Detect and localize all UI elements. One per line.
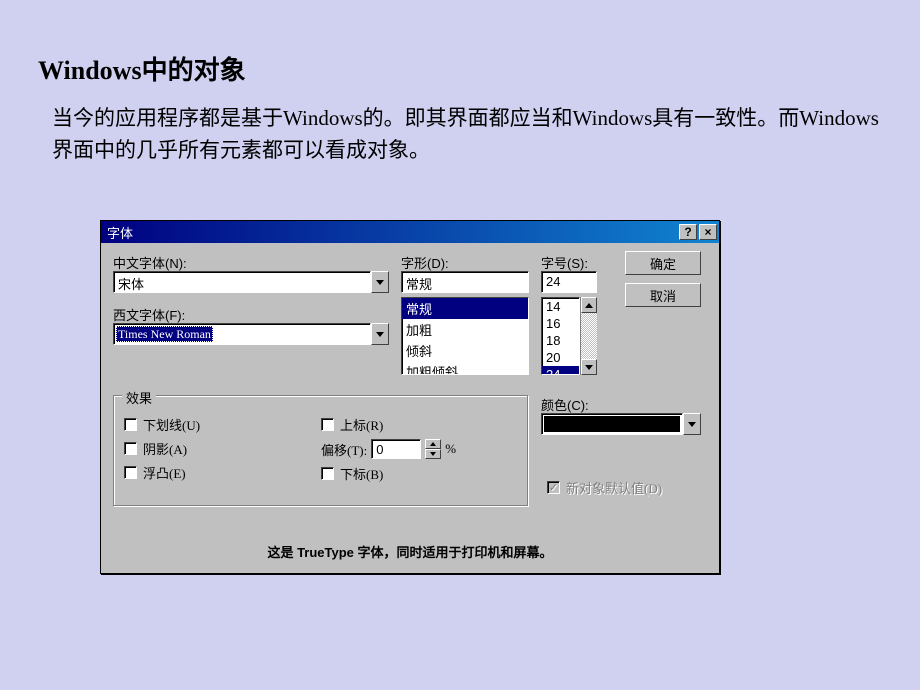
list-item[interactable]: 常规 [402,298,528,319]
dialog-title: 字体 [107,223,677,242]
dialog-titlebar[interactable]: 字体 ? × [101,221,719,243]
offset-row: 偏移(T): 0 % [321,439,518,459]
help-button[interactable]: ? [679,224,697,240]
subscript-checkbox[interactable] [321,467,334,480]
scroll-down-icon[interactable] [581,359,597,375]
cn-font-value[interactable]: 宋体 [113,271,371,293]
size-label: 字号(S): [541,253,588,272]
cn-font-label: 中文字体(N): [113,253,187,272]
list-item[interactable]: 18 [542,332,579,349]
default-new-row: ✓ 新对象默认值(D) [547,478,662,497]
underline-checkbox[interactable] [124,418,137,431]
default-new-checkbox: ✓ [547,481,560,494]
size-listbox[interactable]: 14 16 18 20 24 [541,297,580,375]
style-listbox[interactable]: 常规 加粗 倾斜 加粗倾斜 [401,297,529,375]
spinner-down-icon[interactable] [425,449,441,459]
close-button[interactable]: × [699,224,717,240]
page-heading: Windows中的对象 [38,50,882,87]
emboss-label: 浮凸(E) [143,463,186,482]
superscript-checkbox-row[interactable]: 上标(R) [321,415,518,434]
underline-label: 下划线(U) [143,415,200,434]
chevron-down-icon[interactable] [371,323,389,345]
style-label: 字形(D): [401,253,449,272]
color-combo[interactable] [541,413,701,435]
shadow-checkbox-row[interactable]: 阴影(A) [124,439,321,458]
offset-input[interactable]: 0 [371,439,421,459]
shadow-label: 阴影(A) [143,439,187,458]
cn-font-combo[interactable]: 宋体 [113,271,389,293]
style-input[interactable]: 常规 [401,271,529,293]
list-item[interactable]: 倾斜 [402,340,528,361]
shadow-checkbox[interactable] [124,442,137,455]
offset-spinner[interactable] [425,439,441,459]
ok-button[interactable]: 确定 [625,251,701,275]
offset-label: 偏移(T): [321,440,367,459]
list-item[interactable]: 16 [542,315,579,332]
scroll-track[interactable] [581,313,597,359]
color-swatch [544,416,680,432]
western-font-value[interactable]: Times New Roman [113,323,371,345]
subscript-checkbox-row[interactable]: 下标(B) [321,464,518,483]
scroll-up-icon[interactable] [581,297,597,313]
size-scrollbar[interactable] [580,297,597,375]
effects-groupbox: 效果 下划线(U) 阴影(A) 浮凸(E) [113,395,529,507]
superscript-checkbox[interactable] [321,418,334,431]
western-font-combo[interactable]: Times New Roman [113,323,389,345]
effects-title: 效果 [122,388,156,407]
underline-checkbox-row[interactable]: 下划线(U) [124,415,321,434]
list-item[interactable]: 24 [542,366,579,375]
emboss-checkbox[interactable] [124,466,137,479]
font-dialog: 字体 ? × 中文字体(N): 字形(D): 字号(S): 确定 取消 宋体 常… [100,220,720,574]
default-new-label: 新对象默认值(D) [566,478,662,497]
list-item[interactable]: 加粗倾斜 [402,361,528,375]
color-value[interactable] [541,413,683,435]
dialog-footer-text: 这是 TrueType 字体，同时适用于打印机和屏幕。 [101,542,719,561]
size-input[interactable]: 24 [541,271,597,293]
emboss-checkbox-row[interactable]: 浮凸(E) [124,463,321,482]
percent-label: % [445,441,456,457]
list-item[interactable]: 加粗 [402,319,528,340]
color-label: 颜色(C): [541,395,589,414]
list-item[interactable]: 14 [542,298,579,315]
chevron-down-icon[interactable] [683,413,701,435]
subscript-label: 下标(B) [340,464,383,483]
page-body-text: 当今的应用程序都是基于Windows的。即其界面都应当和Windows具有一致性… [52,103,882,166]
western-font-label: 西文字体(F): [113,305,185,324]
list-item[interactable]: 20 [542,349,579,366]
spinner-up-icon[interactable] [425,439,441,449]
chevron-down-icon[interactable] [371,271,389,293]
superscript-label: 上标(R) [340,415,383,434]
cancel-button[interactable]: 取消 [625,283,701,307]
